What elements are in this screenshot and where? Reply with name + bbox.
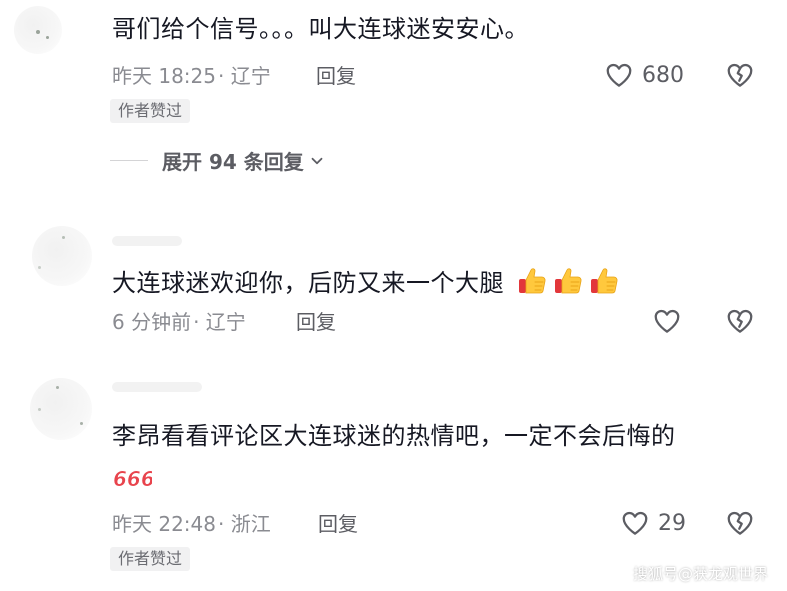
watermark: 搜狐号@获龙观世界 <box>633 565 769 583</box>
expand-replies-label: 展开 94 条回复 <box>162 150 304 174</box>
broken-heart-icon <box>727 63 753 87</box>
like-button[interactable]: 680 <box>604 60 684 90</box>
comment-text: 李昂看看评论区大连球迷的热情吧，一定不会后悔的 <box>112 422 676 450</box>
comment-text-content: 大连球迷欢迎你，后防又来一个大腿 <box>112 269 504 297</box>
reply-button[interactable]: 回复 <box>296 310 336 334</box>
broken-heart-icon <box>727 511 753 535</box>
reply-button[interactable]: 回复 <box>318 512 358 536</box>
author-liked-badge: 作者赞过 <box>110 99 191 123</box>
comment-location: · 辽宁 <box>193 310 246 334</box>
divider-line <box>110 160 148 161</box>
username[interactable] <box>112 382 202 392</box>
comment-text: 大连球迷欢迎你，后防又来一个大腿 <box>112 265 620 298</box>
heart-outline-icon <box>654 309 680 333</box>
comment-text: 哥们给个信号。。。叫大连球迷安安心。 <box>112 15 529 43</box>
like-count: 680 <box>642 62 684 88</box>
sticker-666: 666 <box>112 465 155 495</box>
author-liked-badge: 作者赞过 <box>110 547 191 571</box>
like-button[interactable] <box>652 306 682 336</box>
comment-time: 6 分钟前 <box>112 310 192 334</box>
comment-meta: 昨天 18:25 · 辽宁 <box>112 64 271 88</box>
dislike-button[interactable] <box>725 60 755 94</box>
comment-location: · 浙江 <box>218 512 271 536</box>
heart-outline-icon <box>606 63 632 87</box>
thumbs-up-icon <box>591 268 618 294</box>
avatar[interactable] <box>14 6 62 54</box>
chevron-down-icon <box>311 157 323 164</box>
comment-meta: 昨天 22:48 · 浙江 <box>112 512 271 536</box>
username[interactable] <box>112 236 182 246</box>
heart-outline-icon <box>622 511 648 535</box>
reply-button[interactable]: 回复 <box>316 64 356 88</box>
comment-time: 昨天 18:25 <box>112 64 216 88</box>
avatar[interactable] <box>30 378 92 440</box>
comment-meta: 6 分钟前 · 辽宁 <box>112 310 246 334</box>
broken-heart-icon <box>727 309 753 333</box>
thumbs-up-icon <box>519 268 546 294</box>
dislike-button[interactable] <box>725 508 755 542</box>
expand-replies-button[interactable]: 展开 94 条回复 <box>110 146 326 175</box>
comment-time: 昨天 22:48 <box>112 512 216 536</box>
comment-page: { "comments": [ { "text": "哥们给个信号。。。叫大连球… <box>0 0 787 591</box>
avatar[interactable] <box>32 226 92 286</box>
like-count: 29 <box>658 510 686 536</box>
emoji-group <box>512 268 620 297</box>
like-button[interactable]: 29 <box>620 508 686 538</box>
thumbs-up-icon <box>555 268 582 294</box>
sticker-666-text: 666 <box>113 467 152 491</box>
comment-location: · 辽宁 <box>218 64 271 88</box>
dislike-button[interactable] <box>725 306 755 340</box>
sticker-666-graphic: 666 <box>113 467 155 492</box>
